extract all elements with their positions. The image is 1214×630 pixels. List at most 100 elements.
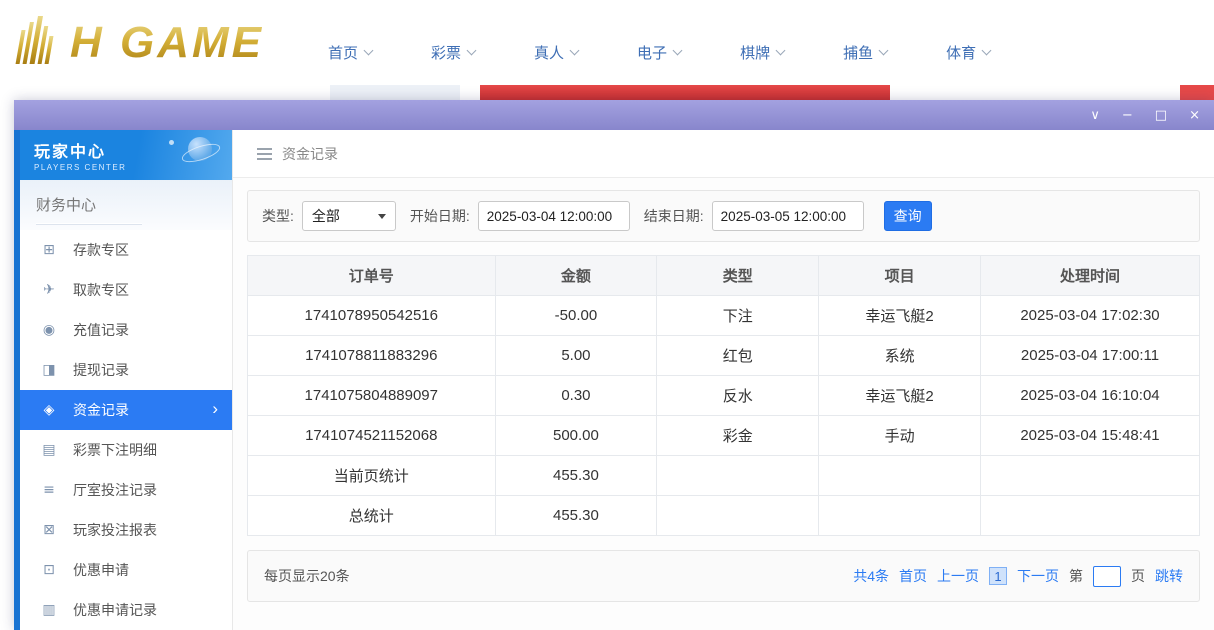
prev-page-link[interactable]: 上一页 — [937, 566, 979, 586]
chevron-down-icon — [364, 46, 374, 56]
jump-suffix-label: 页 — [1131, 566, 1145, 586]
type-select-value: 全部 — [312, 206, 340, 226]
cell-amount: 455.30 — [495, 496, 657, 536]
player-center-window: ∨ − □ × 玩家中心 PLAYERS CENTER 财务中心 ⊞ 存款专区 — [14, 100, 1214, 630]
cell-project: 系统 — [819, 336, 981, 376]
col-header-time: 处理时间 — [981, 256, 1200, 296]
sidebar-item-hall-bet-records[interactable]: ≡ 厅室投注记录 — [20, 470, 232, 510]
start-date-input[interactable] — [478, 201, 630, 231]
page-jump-input[interactable] — [1093, 566, 1121, 587]
sidebar-item-deposit-zone[interactable]: ⊞ 存款专区 — [20, 230, 232, 270]
sidebar-item-label: 优惠申请 — [73, 560, 129, 580]
background-banner — [1180, 85, 1214, 100]
chevron-down-icon — [776, 46, 786, 56]
table-row: 1741078950542516 -50.00 下注 幸运飞艇2 2025-03… — [248, 296, 1200, 336]
nav-item-live[interactable]: 真人 — [534, 42, 578, 63]
site-header: H GAME 首页 彩票 真人 电子 棋牌 捕鱼 体育 — [0, 0, 1214, 85]
collapse-window-icon[interactable]: ∨ — [1090, 109, 1100, 122]
sidebar-item-label: 取款专区 — [73, 280, 129, 300]
minimize-window-icon[interactable]: − — [1122, 109, 1133, 122]
type-label: 类型: — [262, 206, 294, 226]
chevron-right-icon: › — [212, 399, 218, 419]
cell-empty — [657, 496, 819, 536]
col-header-type: 类型 — [657, 256, 819, 296]
deposit-icon: ⊞ — [40, 242, 58, 258]
nav-item-slots[interactable]: 电子 — [637, 42, 681, 63]
nav-item-label: 电子 — [637, 42, 667, 63]
filter-bar: 类型: 全部 开始日期: 结束日期: 查询 — [247, 190, 1200, 242]
col-header-amount: 金额 — [495, 256, 657, 296]
jump-button[interactable]: 跳转 — [1155, 566, 1183, 586]
cell-empty — [657, 456, 819, 496]
cell-type: 下注 — [657, 296, 819, 336]
cell-amount: 455.30 — [495, 456, 657, 496]
sidebar-item-withdraw-zone[interactable]: ✈ 取款专区 — [20, 270, 232, 310]
sidebar-item-fund-records[interactable]: ◈ 资金记录 › — [20, 390, 232, 430]
window-body: 玩家中心 PLAYERS CENTER 财务中心 ⊞ 存款专区 ✈ 取款专区 ◉ — [14, 130, 1214, 630]
main-panel: 资金记录 类型: 全部 开始日期: 结束日期: 查询 — [233, 130, 1214, 630]
cell-label: 当前页统计 — [248, 456, 496, 496]
lottery-bet-icon: ▤ — [40, 442, 58, 458]
nav-item-lottery[interactable]: 彩票 — [431, 42, 475, 63]
table-row: 1741078811883296 5.00 红包 系统 2025-03-04 1… — [248, 336, 1200, 376]
sidebar-item-player-bet-report[interactable]: ⊠ 玩家投注报表 — [20, 510, 232, 550]
next-page-link[interactable]: 下一页 — [1017, 566, 1059, 586]
pager: 共4条 首页 上一页 1 下一页 第 页 跳转 — [853, 566, 1183, 587]
fund-records-table: 订单号 金额 类型 项目 处理时间 1741078950542516 -50.0… — [247, 255, 1200, 536]
recharge-icon: ◉ — [40, 322, 58, 338]
start-date-label: 开始日期: — [410, 206, 470, 226]
background-panel — [330, 85, 460, 100]
close-window-icon[interactable]: × — [1189, 109, 1200, 122]
jump-prefix-label: 第 — [1069, 566, 1083, 586]
end-date-input[interactable] — [712, 201, 864, 231]
current-page-badge[interactable]: 1 — [989, 567, 1007, 585]
sidebar-item-label: 资金记录 — [73, 400, 129, 420]
first-page-link[interactable]: 首页 — [899, 566, 927, 586]
chevron-down-icon — [879, 46, 889, 56]
chevron-down-icon — [467, 46, 477, 56]
sidebar: 玩家中心 PLAYERS CENTER 财务中心 ⊞ 存款专区 ✈ 取款专区 ◉ — [20, 130, 233, 630]
site-logo[interactable]: H GAME — [10, 16, 264, 68]
total-count: 共4条 — [853, 566, 889, 586]
nav-item-fishing[interactable]: 捕鱼 — [843, 42, 887, 63]
sidebar-item-label: 厅室投注记录 — [73, 480, 157, 500]
cell-order-no: 1741078811883296 — [248, 336, 496, 376]
sidebar-item-withdrawal-records[interactable]: ◨ 提现记录 — [20, 350, 232, 390]
cell-type: 红包 — [657, 336, 819, 376]
type-select[interactable]: 全部 — [302, 201, 396, 231]
nav-item-label: 首页 — [328, 42, 358, 63]
chevron-down-icon — [673, 46, 683, 56]
nav-item-label: 捕鱼 — [843, 42, 873, 63]
sidebar-section-label: 财务中心 — [36, 194, 142, 224]
window-titlebar: ∨ − □ × — [14, 100, 1214, 130]
col-header-order-no: 订单号 — [248, 256, 496, 296]
menu-toggle-icon[interactable] — [257, 148, 272, 160]
nav-item-sports[interactable]: 体育 — [946, 42, 990, 63]
sidebar-item-label: 彩票下注明细 — [73, 440, 157, 460]
fund-record-icon: ◈ — [40, 402, 58, 418]
col-header-project: 项目 — [819, 256, 981, 296]
sidebar-item-label: 提现记录 — [73, 360, 129, 380]
nav-item-home[interactable]: 首页 — [328, 42, 372, 63]
table-row-page-total: 当前页统计 455.30 — [248, 456, 1200, 496]
sidebar-section-finance: 财务中心 — [20, 180, 232, 230]
nav-item-label: 体育 — [946, 42, 976, 63]
dot-decoration-icon — [169, 140, 174, 145]
pagination-bar: 每页显示20条 共4条 首页 上一页 1 下一页 第 页 跳转 — [247, 550, 1200, 602]
cell-amount: 500.00 — [495, 416, 657, 456]
query-button[interactable]: 查询 — [884, 201, 932, 231]
nav-item-cards[interactable]: 棋牌 — [740, 42, 784, 63]
logo-text: H GAME — [70, 18, 264, 68]
cell-order-no: 1741074521152068 — [248, 416, 496, 456]
withdrawal-record-icon: ◨ — [40, 362, 58, 378]
cell-amount: 0.30 — [495, 376, 657, 416]
sidebar-item-promo-apply[interactable]: ⊡ 优惠申请 — [20, 550, 232, 590]
cell-order-no: 1741078950542516 — [248, 296, 496, 336]
sidebar-item-lottery-bet-details[interactable]: ▤ 彩票下注明细 — [20, 430, 232, 470]
bet-report-icon: ⊠ — [40, 522, 58, 538]
top-navigation: 首页 彩票 真人 电子 棋牌 捕鱼 体育 — [328, 42, 990, 63]
sidebar-item-promo-apply-records[interactable]: ▥ 优惠申请记录 — [20, 590, 232, 630]
cell-type: 彩金 — [657, 416, 819, 456]
maximize-window-icon[interactable]: □ — [1155, 109, 1167, 122]
sidebar-item-recharge-records[interactable]: ◉ 充值记录 — [20, 310, 232, 350]
